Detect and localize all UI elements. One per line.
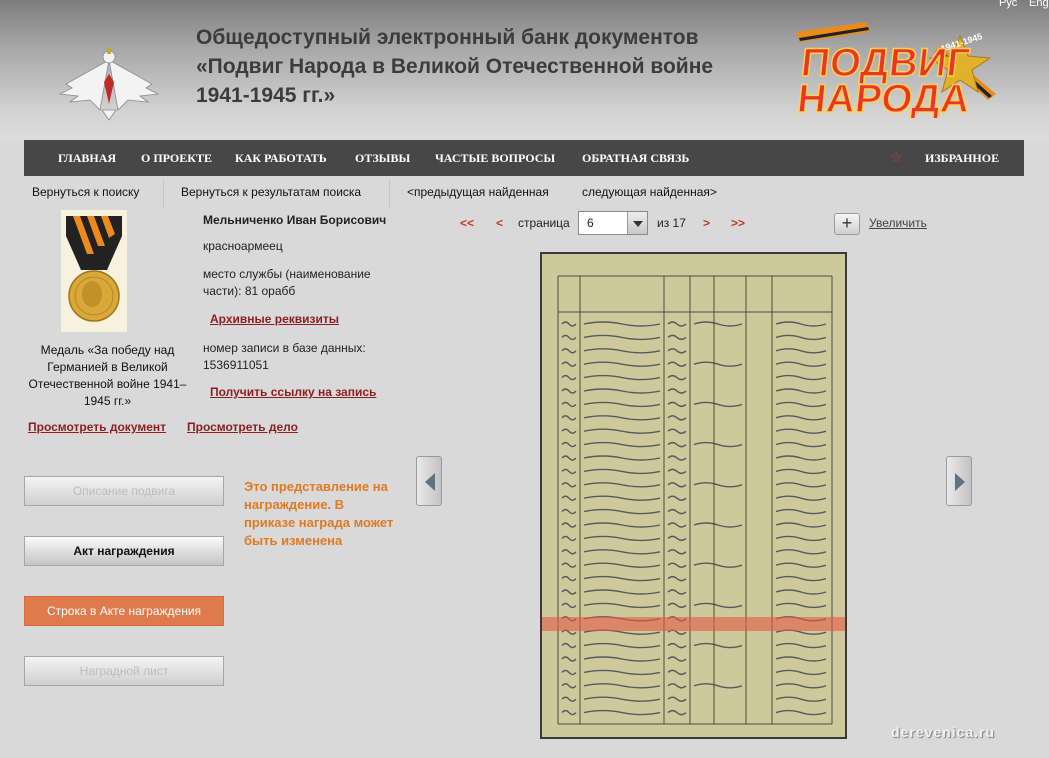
view-case-link[interactable]: Просмотреть дело	[187, 420, 298, 434]
page-label: страница	[518, 216, 570, 230]
lang-ru-link[interactable]: Рус	[999, 0, 1017, 9]
service-place: место службы (наименование части): 81 ор…	[203, 267, 371, 298]
nav-item-faq[interactable]: ЧАСТЫЕ ВОПРОСЫ	[435, 151, 555, 166]
subnav-divider	[389, 180, 390, 208]
prev-found-link[interactable]: <предыдущая найденная	[407, 185, 549, 199]
main-nav: ГЛАВНАЯ О ПРОЕКТЕ КАК РАБОТАТЬ ОТЗЫВЫ ЧА…	[24, 140, 1024, 176]
first-page-button[interactable]: <<	[460, 216, 474, 230]
nav-item-how-it-works[interactable]: КАК РАБОТАТЬ	[235, 151, 327, 166]
feat-description-button[interactable]: Описание подвига	[24, 476, 224, 506]
person-name: Мельниченко Иван Борисович	[203, 213, 387, 227]
star-icon[interactable]: ☆	[890, 150, 903, 166]
svg-text:НАРОДА: НАРОДА	[795, 77, 972, 118]
archive-details-link[interactable]: Архивные реквизиты	[210, 312, 339, 326]
nav-item-reviews[interactable]: ОТЗЫВЫ	[355, 151, 410, 166]
arrow-right-icon	[955, 473, 965, 491]
medal-caption: Медаль «За победу над Германией в Велико…	[28, 343, 187, 408]
nav-item-about[interactable]: О ПРОЕКТЕ	[141, 151, 212, 166]
page-select-value: 6	[587, 216, 594, 230]
award-act-button[interactable]: Акт награждения	[24, 536, 224, 566]
podvig-naroda-logo[interactable]: 1941-1945 ПОДВИГ НАРОДА	[790, 18, 1000, 118]
award-sheet-button[interactable]: Наградной лист	[24, 656, 224, 686]
eagle-emblem-icon[interactable]	[56, 44, 162, 124]
highlighted-row	[542, 617, 845, 631]
zoom-link[interactable]: Увеличить	[869, 216, 927, 230]
chevron-down-icon[interactable]	[627, 212, 647, 234]
next-page-button[interactable]: >	[703, 216, 710, 230]
back-to-results-link[interactable]: Вернуться к результатам поиска	[181, 185, 361, 199]
site-header: Рус Eng Общедоступный электронный банк д…	[0, 0, 1049, 140]
medal-image[interactable]	[61, 210, 127, 332]
get-link-link[interactable]: Получить ссылку на запись	[210, 385, 376, 399]
last-page-button[interactable]: >>	[731, 216, 745, 230]
record-label: номер записи в базе данных:	[203, 341, 366, 355]
document-scan-drawing	[542, 254, 845, 737]
subnav-divider	[163, 180, 164, 208]
nav-item-home[interactable]: ГЛАВНАЯ	[58, 151, 116, 166]
page-count: из 17	[657, 216, 686, 230]
nav-item-feedback[interactable]: ОБРАТНАЯ СВЯЗЬ	[582, 151, 689, 166]
nav-item-favorites[interactable]: ИЗБРАННОЕ	[925, 151, 999, 166]
prev-page-button[interactable]: <	[496, 216, 503, 230]
prev-image-button[interactable]	[416, 456, 442, 506]
zoom-plus-icon[interactable]: +	[834, 213, 860, 235]
page-select[interactable]: 6	[578, 211, 648, 235]
site-title: Общедоступный электронный банк документо…	[196, 26, 714, 107]
lang-en-link[interactable]: Eng	[1029, 0, 1049, 9]
back-to-search-link[interactable]: Вернуться к поиску	[32, 185, 139, 199]
document-scan-image[interactable]	[540, 252, 847, 739]
award-note: Это представление на награждение. В прик…	[244, 479, 394, 548]
act-row-button[interactable]: Строка в Акте награждения	[24, 596, 224, 626]
view-document-link[interactable]: Просмотреть документ	[28, 420, 166, 434]
record-number: 1536911051	[203, 358, 269, 372]
person-rank: красноармеец	[203, 239, 283, 253]
next-image-button[interactable]	[946, 456, 972, 506]
watermark: derevenica.ru	[891, 724, 996, 740]
arrow-left-icon	[425, 473, 435, 491]
next-found-link[interactable]: следующая найденная>	[582, 185, 717, 199]
